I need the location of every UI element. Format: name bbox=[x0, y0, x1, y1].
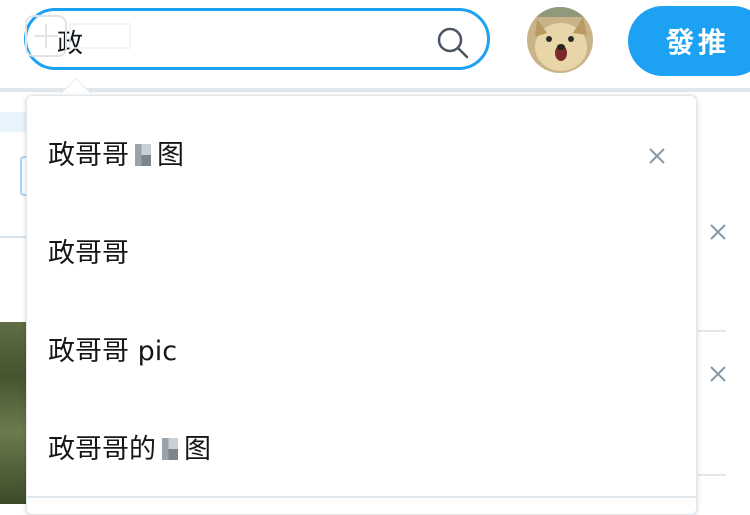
suggestion-label: 政哥哥 pic bbox=[48, 336, 178, 367]
close-icon[interactable] bbox=[708, 222, 728, 242]
tweet-button[interactable]: 發推 bbox=[628, 6, 750, 76]
background-divider bbox=[0, 236, 26, 238]
search-icon[interactable] bbox=[435, 25, 471, 61]
suggestion-label: 政哥哥 bbox=[48, 238, 129, 269]
suggestion-label: 政哥哥的图 bbox=[48, 434, 211, 465]
background-divider bbox=[698, 330, 726, 332]
suggestion-item[interactable]: 政哥哥图 bbox=[27, 107, 696, 205]
suggestion-item[interactable]: 政哥哥 bbox=[27, 205, 696, 303]
obscured-text bbox=[162, 437, 178, 460]
doge-avatar-icon bbox=[527, 7, 593, 73]
suggestion-item[interactable]: 政哥哥 pic bbox=[27, 303, 696, 401]
watermark-logo-icon bbox=[25, 15, 131, 57]
suggestion-item[interactable]: 政哥哥的图 bbox=[27, 401, 696, 499]
background-right-panel bbox=[698, 110, 750, 504]
background-divider bbox=[698, 474, 726, 476]
obscured-text bbox=[135, 143, 151, 166]
suggestion-label: 政哥哥图 bbox=[48, 140, 184, 171]
header-divider bbox=[0, 88, 750, 92]
remove-suggestion-icon[interactable] bbox=[646, 145, 668, 167]
background-strip bbox=[0, 112, 26, 132]
top-bar: 發推 bbox=[0, 0, 750, 88]
background-photo bbox=[0, 322, 26, 504]
dropdown-divider bbox=[27, 496, 696, 498]
close-icon[interactable] bbox=[708, 364, 728, 384]
avatar[interactable] bbox=[527, 7, 593, 73]
search-suggestions: 政哥哥图 政哥哥 政哥哥 pic 政哥哥的图 bbox=[26, 95, 697, 515]
dropdown-caret bbox=[60, 79, 92, 95]
